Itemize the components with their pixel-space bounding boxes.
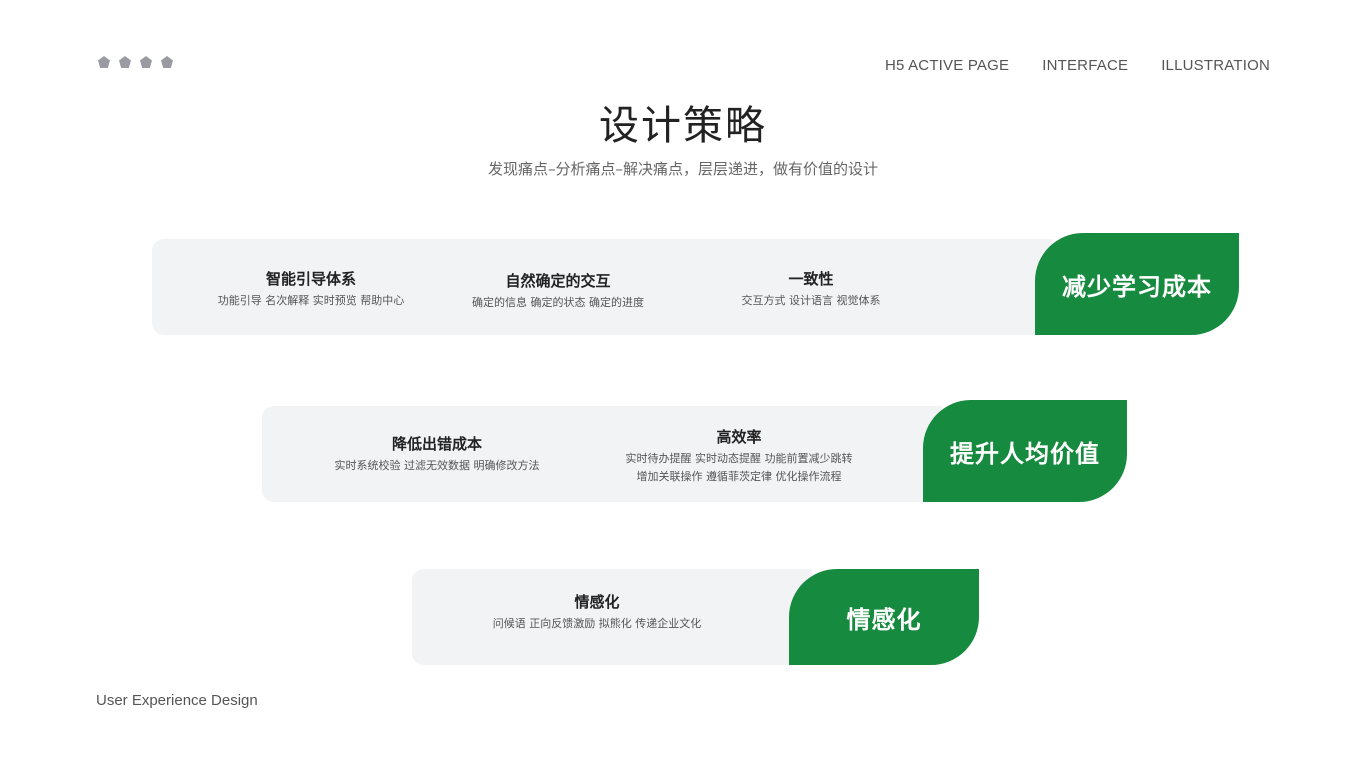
strategy-item-desc: 问候语 正向反馈激励 拟熊化 传递企业文化 xyxy=(492,617,702,630)
nav-item-interface[interactable]: INTERFACE xyxy=(1042,57,1128,74)
strategy-item-title: 自然确定的交互 xyxy=(505,272,611,290)
strategy-item-title: 高效率 xyxy=(716,428,762,446)
strategy-item: 一致性 交互方式 设计语言 视觉体系 xyxy=(712,268,910,310)
strategy-item-desc: 交互方式 设计语言 视觉体系 xyxy=(741,294,881,307)
strategy-item-title: 情感化 xyxy=(574,593,620,611)
strategy-row-panel: 情感化 问候语 正向反馈激励 拟熊化 传递企业文化 xyxy=(412,569,812,665)
strategy-item-desc: 实时系统校验 过滤无效数据 明确修改方法 xyxy=(334,459,540,472)
strategy-row-value: 降低出错成本 实时系统校验 过滤无效数据 明确修改方法 高效率 实时待办提醒 实… xyxy=(262,400,1127,502)
pentagon-icon xyxy=(98,56,110,68)
pentagon-icon xyxy=(161,56,173,68)
strategy-tag: 减少学习成本 xyxy=(1035,233,1239,335)
strategy-item: 自然确定的交互 确定的信息 确定的状态 确定的进度 xyxy=(452,270,664,312)
strategy-row-panel: 降低出错成本 实时系统校验 过滤无效数据 明确修改方法 高效率 实时待办提醒 实… xyxy=(262,406,942,502)
strategy-row-learning-cost: 智能引导体系 功能引导 名次解释 实时预览 帮助中心 自然确定的交互 确定的信息… xyxy=(152,233,1239,335)
decorative-dots xyxy=(98,56,173,68)
page-title: 设计策略 xyxy=(599,103,767,149)
nav-item-h5-active-page[interactable]: H5 ACTIVE PAGE xyxy=(885,57,1009,74)
strategy-item-desc: 功能引导 名次解释 实时预览 帮助中心 xyxy=(217,294,405,307)
strategy-item-title: 一致性 xyxy=(788,270,834,288)
strategy-item-desc: 实时待办提醒 实时动态提醒 功能前置减少跳转 xyxy=(625,452,853,465)
pentagon-icon xyxy=(119,56,131,68)
strategy-item: 情感化 问候语 正向反馈激励 拟熊化 传递企业文化 xyxy=(452,591,742,633)
strategy-tag: 提升人均价值 xyxy=(923,400,1127,502)
top-nav: H5 ACTIVE PAGE INTERFACE ILLUSTRATION xyxy=(885,57,1270,74)
strategy-item-title: 智能引导体系 xyxy=(265,270,356,288)
strategy-item: 智能引导体系 功能引导 名次解释 实时预览 帮助中心 xyxy=(152,268,470,310)
footer-text: User Experience Design xyxy=(96,692,258,709)
strategy-item: 高效率 实时待办提醒 实时动态提醒 功能前置减少跳转 增加关联操作 遵循菲茨定律… xyxy=(602,426,876,486)
pentagon-icon xyxy=(140,56,152,68)
page-subtitle: 发现痛点–分析痛点–解决痛点，层层递进，做有价值的设计 xyxy=(487,160,878,178)
strategy-row-panel: 智能引导体系 功能引导 名次解释 实时预览 帮助中心 自然确定的交互 确定的信息… xyxy=(152,239,1052,335)
strategy-tag: 情感化 xyxy=(789,569,979,665)
strategy-item: 降低出错成本 实时系统校验 过滤无效数据 明确修改方法 xyxy=(302,433,572,475)
strategy-item-desc: 增加关联操作 遵循菲茨定律 优化操作流程 xyxy=(636,470,842,483)
strategy-item-title: 降低出错成本 xyxy=(391,435,482,453)
nav-item-illustration[interactable]: ILLUSTRATION xyxy=(1161,57,1270,74)
strategy-item-desc: 确定的信息 确定的状态 确定的进度 xyxy=(472,296,644,309)
strategy-row-emotional: 情感化 问候语 正向反馈激励 拟熊化 传递企业文化 情感化 xyxy=(412,569,979,671)
